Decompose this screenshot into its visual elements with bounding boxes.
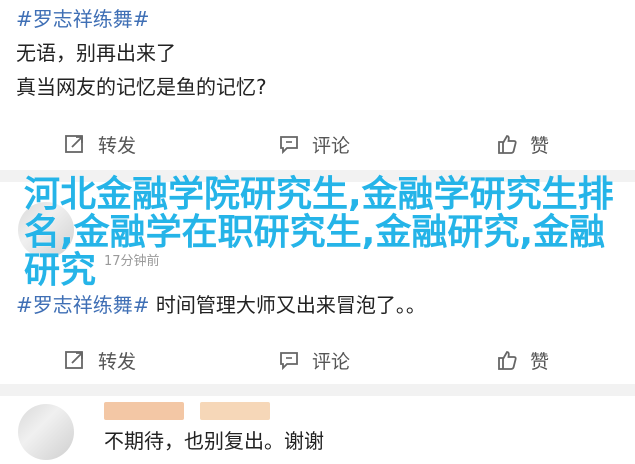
like-button[interactable]: 赞 [496,340,549,380]
post-body-line-1: 无语，别再出来了 [16,41,176,65]
like-button[interactable]: 赞 [496,124,549,164]
user-name-redacted[interactable] [200,402,270,420]
repost-label: 转发 [98,134,137,157]
overlay-headline: 河北金融学院研究生,金融学研究生排名,金融学在职研究生,金融研究,金融研究 [24,174,614,291]
comment-label: 评论 [312,350,351,373]
section-gap [0,384,635,396]
like-label: 赞 [530,350,550,373]
comment-button[interactable]: 评论 [278,340,350,380]
repost-button[interactable]: 转发 [64,340,136,380]
post-3-text: 不期待，也别复出。谢谢 [104,429,324,453]
post-action-bar: 转发 评论 赞 [0,124,635,164]
like-label: 赞 [530,134,550,157]
thumbs-up-icon [498,135,517,154]
repost-label: 转发 [98,350,137,373]
repost-button[interactable]: 转发 [64,124,136,164]
comment-button[interactable]: 评论 [278,124,350,164]
post-body-line-2: 真当网友的记忆是鱼的记忆? [16,75,267,99]
hashtag-link[interactable]: #罗志祥练舞# [16,293,150,317]
weibo-feed: #罗志祥练舞# 无语，别再出来了 真当网友的记忆是鱼的记忆? 转发 评论 赞 1… [0,0,635,464]
post-2-action-bar: 转发 评论 赞 [0,340,635,380]
comment-icon [280,136,298,155]
hashtag-link[interactable]: #罗志祥练舞# [16,7,150,31]
post-hashtag[interactable]: #罗志祥练舞# [16,4,150,34]
comment-label: 评论 [312,134,351,157]
user-name-redacted[interactable] [104,402,184,420]
post-2-body: #罗志祥练舞# 时间管理大师又出来冒泡了。。 [16,290,426,320]
avatar[interactable] [18,404,74,460]
comment-icon [280,352,298,371]
repost-icon [65,135,83,153]
post-2-text: 时间管理大师又出来冒泡了。。 [149,293,426,317]
thumbs-up-icon [498,351,517,370]
repost-icon [65,351,83,369]
